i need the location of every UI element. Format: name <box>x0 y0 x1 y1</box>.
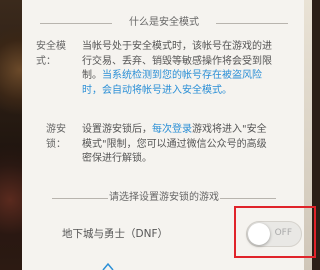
lock-text-pre: 设置游安锁后， <box>82 124 152 135</box>
lock-label: 游安锁： <box>46 124 66 150</box>
section-title: 什么是安全模式 <box>129 17 199 28</box>
game-name: 地下城与勇士（DNF） <box>62 228 168 240</box>
safe-mode-blue-text: 当系统检测到您的帐号存在被盗风险时，会自动将帐号进入安全模式。 <box>82 70 262 96</box>
select-game-title: 请选择设置游安锁的游戏 <box>109 192 219 203</box>
lock-description: 设置游安锁后，每次登录游戏将进入"安全模式"限制，您可以通过微信公众号的高级密保… <box>82 123 276 167</box>
safe-mode-label: 安全模式： <box>36 41 66 67</box>
safe-mode-row: 安全模式： 当帐号处于安全模式时，该帐号在游戏的进行交易、丢弃、销毁等敏感操作将… <box>36 40 276 120</box>
home-icon <box>102 262 114 270</box>
settings-panel: 什么是安全模式 安全模式： 当帐号处于安全模式时，该帐号在游戏的进行交易、丢弃、… <box>22 0 316 270</box>
section-divider-what-is-safe-mode: 什么是安全模式 <box>40 16 288 30</box>
safe-mode-description: 当帐号处于安全模式时，该帐号在游戏的进行交易、丢弃、销毁等敏感操作将会受到限制。… <box>82 40 272 98</box>
lock-row: 游安锁： 设置游安锁后，每次登录游戏将进入"安全模式"限制，您可以通过微信公众号… <box>46 123 276 183</box>
highlight-box <box>234 206 316 258</box>
lock-blue-text: 每次登录 <box>152 124 192 135</box>
section-divider-select-game: 请选择设置游安锁的游戏 <box>40 191 288 205</box>
